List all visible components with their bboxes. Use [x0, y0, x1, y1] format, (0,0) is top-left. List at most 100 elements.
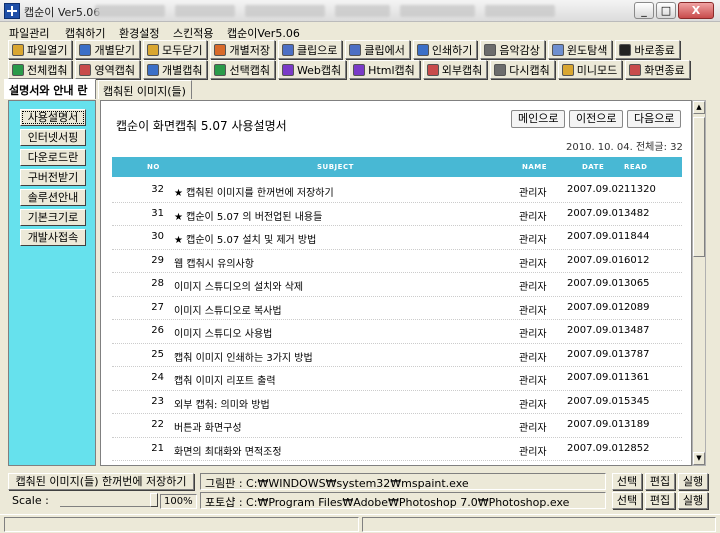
tb1-button-6[interactable]: 인쇄하기: [412, 40, 478, 59]
tb1-label: 음악감상: [499, 43, 540, 57]
scroll-thumb[interactable]: [693, 117, 705, 257]
tb2-button-9[interactable]: 화면종료: [625, 60, 690, 79]
row-read-count: 3487: [624, 325, 650, 336]
tb1-label: 개별닫기: [94, 43, 135, 57]
row-subject-link[interactable]: 화면의 최대화와 면적조정: [174, 443, 282, 458]
status-cell-right: [362, 517, 716, 532]
row-subject-link[interactable]: 이미지 스튜디오 사용법: [174, 325, 272, 340]
menu-settings[interactable]: 환경설정: [119, 25, 159, 41]
main-button[interactable]: 메인으로: [511, 110, 566, 128]
col-name: NAME: [522, 163, 548, 171]
sidebar-default-size-button[interactable]: 기본크기로: [20, 209, 86, 226]
tb1-button-3[interactable]: 개별저장: [210, 40, 275, 59]
table-row[interactable]: 31 ★ 캡순이 5.07 의 버전업된 내용들 관리자 2007.09.01. 348…: [112, 203, 682, 226]
tb2-button-1[interactable]: 영역캡춰: [75, 60, 140, 79]
row-date: 2007.09.01.: [567, 442, 628, 454]
tb1-button-9[interactable]: 바로종료: [615, 40, 680, 59]
sidebar-surfing-button[interactable]: 인터넷서핑: [20, 129, 86, 146]
tb2-button-5[interactable]: Html캡춰: [349, 60, 420, 79]
row-date: 2007.09.01.: [567, 278, 628, 289]
row-subject-link[interactable]: ★ 캡순이 5.07 의 버전업된 내용들: [174, 208, 322, 223]
tb1-button-5[interactable]: 클립에서: [345, 40, 410, 59]
row-subject-link[interactable]: 웹 캡춰시 유의사항: [174, 255, 254, 270]
close-button[interactable]: X: [678, 2, 714, 19]
prev-button[interactable]: 이전으로: [569, 110, 624, 128]
tb2-button-4[interactable]: Web캡춰: [277, 60, 347, 79]
photoshop-edit-button[interactable]: 편집: [645, 492, 675, 509]
vertical-scrollbar[interactable]: ▲ ▼: [692, 100, 706, 466]
row-subject-link[interactable]: 외부 캡춰: 의미와 방법: [174, 396, 270, 411]
article-list: 32 ★ 캡춰된 이미지를 한꺼번에 저장하기 관리자 2007.09.02. 1132…: [112, 179, 682, 465]
row-subject-link[interactable]: 캡춰 이미지 리포트 출력: [174, 372, 276, 387]
sidebar-manual-button[interactable]: 사용설명서: [20, 109, 86, 126]
table-row[interactable]: 23 외부 캡춰: 의미와 방법 관리자 2007.09.01. 5345: [112, 391, 682, 414]
tb1-label: 모두닫기: [161, 43, 203, 57]
tb1-button-8[interactable]: 윈도탐색: [547, 40, 613, 59]
row-subject-link[interactable]: 이미지 스튜디오로 복사법: [174, 302, 282, 317]
row-date: 2007.09.02.: [567, 184, 628, 195]
tb2-button-2[interactable]: 개별캡춰: [142, 60, 208, 79]
tb2-label: 미니모드: [576, 63, 618, 77]
tb2-button-7[interactable]: 다시캡춰: [490, 60, 555, 79]
tb1-button-2[interactable]: 모두닫기: [142, 40, 208, 59]
sidebar-solution-button[interactable]: 솔루션안내: [20, 189, 86, 206]
scale-slider-thumb[interactable]: [150, 493, 158, 507]
col-read: READ: [624, 163, 648, 171]
table-row[interactable]: 29 웹 캡춰시 유의사항 관리자 2007.09.01. 6012: [112, 250, 682, 273]
row-subject-link[interactable]: ★ 캡순이 5.07 설치 및 제거 방법: [174, 231, 316, 246]
sidebar-download-button[interactable]: 다운로드란: [20, 149, 86, 166]
menu-file[interactable]: 파일관리: [9, 25, 49, 41]
photoshop-run-button[interactable]: 실행: [678, 492, 708, 509]
tb1-label: 인쇄하기: [431, 43, 473, 57]
table-row[interactable]: 30 ★ 캡순이 5.07 설치 및 제거 방법 관리자 2007.09.01. 184…: [112, 226, 682, 250]
save-all-button[interactable]: 캡춰된 이미지(들) 한꺼번에 저장하기: [8, 473, 194, 490]
minimize-button[interactable]: _: [634, 2, 654, 19]
html-capture-icon: [353, 63, 366, 76]
maximize-button[interactable]: □: [656, 2, 676, 19]
table-row[interactable]: 20그래픽 프로그램 연결/편집/실행관리자2007.09.01.1505: [112, 461, 682, 465]
tb1-button-7[interactable]: 음악감상: [480, 40, 545, 59]
menu-capture[interactable]: 캡춰하기: [65, 25, 105, 41]
tb2-button-8[interactable]: 미니모드: [557, 60, 623, 79]
paint-edit-button[interactable]: 편집: [645, 473, 675, 490]
row-subject-link[interactable]: 이미지 스튜디오의 설치와 삭제: [174, 278, 303, 293]
row-date: 2007.09.01.: [567, 325, 628, 336]
table-row[interactable]: 21 화면의 최대화와 면적조정 관리자 2007.09.01. 2852: [112, 438, 682, 461]
sidebar-old-version-button[interactable]: 구버전받기: [20, 169, 86, 186]
scale-slider-track[interactable]: [60, 497, 158, 507]
tb2-button-3[interactable]: 선택캡춰: [210, 60, 275, 79]
table-row[interactable]: 22 버튼과 화면구성 관리자 2007.09.01. 3189: [112, 414, 682, 438]
row-read-count: 6012: [624, 254, 650, 266]
row-subject-link[interactable]: ★ 캡춰된 이미지를 한꺼번에 저장하기: [174, 184, 334, 199]
table-row[interactable]: 25 캡춰 이미지 인쇄하는 3가지 방법 관리자 2007.09.01. 3787: [112, 344, 682, 367]
window-capture-icon: [146, 63, 159, 76]
row-subject-link[interactable]: 버튼과 화면구성: [174, 419, 242, 434]
menu-skin[interactable]: 스킨적용: [173, 25, 213, 41]
row-subject-link[interactable]: 캡춰 이미지 인쇄하는 3가지 방법: [174, 349, 313, 364]
table-row[interactable]: 26 이미지 스튜디오 사용법 관리자 2007.09.01. 3487: [112, 320, 682, 344]
toolbar-row-1: 파일열기 개별닫기 모두닫기 개별저장 클립으로 클립에서 인쇄하기 음악감상 윈도탐색 바로종료: [8, 40, 680, 59]
tb2-button-6[interactable]: 외부캡춰: [422, 60, 488, 79]
table-row[interactable]: 32 ★ 캡춰된 이미지를 한꺼번에 저장하기 관리자 2007.09.02. 1132…: [112, 179, 682, 203]
paint-select-button[interactable]: 선택: [612, 473, 642, 490]
row-date: 2007.09.01.: [567, 231, 628, 242]
scroll-down-arrow-icon[interactable]: ▼: [693, 452, 705, 465]
sidebar-developer-button[interactable]: 개발사접속: [20, 229, 86, 246]
tb1-button-1[interactable]: 개별닫기: [75, 40, 140, 59]
photoshop-select-button[interactable]: 선택: [612, 492, 642, 509]
paint-run-button[interactable]: 실행: [678, 473, 708, 490]
recapture-icon: [494, 63, 507, 76]
table-row[interactable]: 24 캡춰 이미지 리포트 출력 관리자 2007.09.01. 1361: [112, 367, 682, 391]
scale-value: 100%: [160, 494, 197, 509]
table-row[interactable]: 28 이미지 스튜디오의 설치와 삭제 관리자 2007.09.01. 3065: [112, 273, 682, 297]
tb1-button-4[interactable]: 클립으로: [277, 40, 343, 59]
menu-about[interactable]: 캡순이Ver5.06: [227, 25, 300, 41]
tb1-button-0[interactable]: 파일열기: [8, 40, 73, 59]
next-button[interactable]: 다음으로: [627, 110, 682, 128]
tb2-label: 영역캡춰: [94, 63, 135, 77]
tab-manual[interactable]: 설명서와 안내 란: [4, 79, 96, 99]
table-row[interactable]: 27 이미지 스튜디오로 복사법 관리자 2007.09.01. 2089: [112, 297, 682, 320]
tb2-button-0[interactable]: 전체캡춰: [8, 60, 73, 79]
scroll-up-arrow-icon[interactable]: ▲: [693, 101, 705, 114]
tab-captured-images[interactable]: 캡춰된 이미지(들): [98, 80, 192, 99]
